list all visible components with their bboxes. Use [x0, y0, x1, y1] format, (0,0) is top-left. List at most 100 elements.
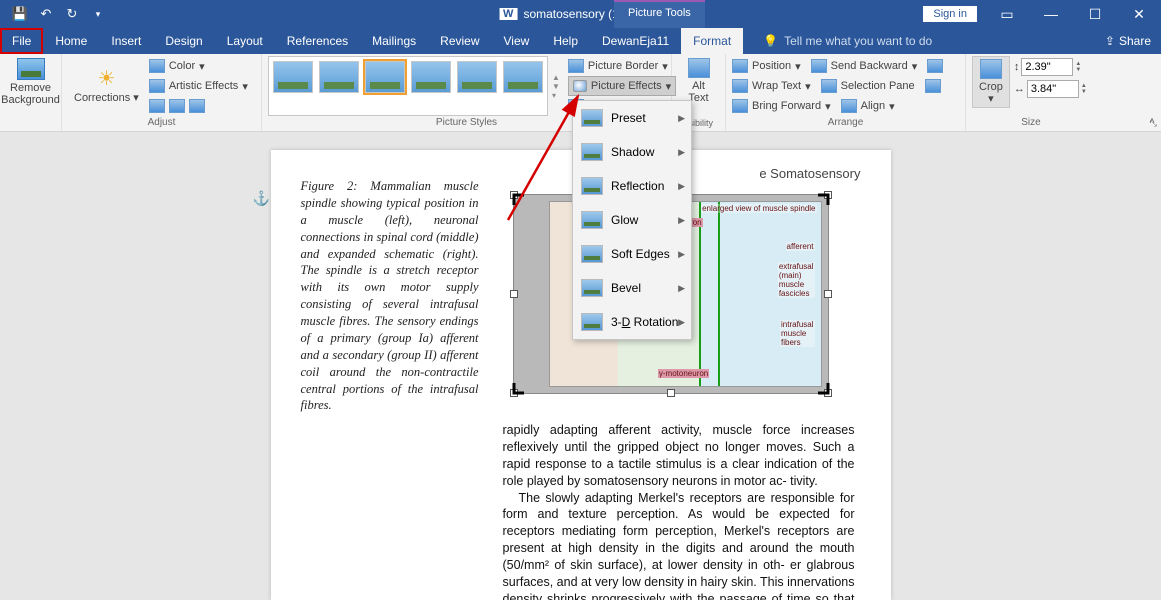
- style-thumb[interactable]: [503, 61, 543, 93]
- effects-icon: [573, 80, 587, 92]
- reflection-icon: [581, 177, 603, 195]
- rotate-button[interactable]: [925, 76, 941, 96]
- color-button[interactable]: Color ▾: [149, 56, 248, 76]
- position-button[interactable]: Position ▾: [732, 56, 801, 76]
- arrange-group-label: Arrange: [732, 117, 959, 129]
- remove-bg-label: Remove Background: [1, 82, 60, 106]
- corrections-button[interactable]: ☀ Corrections ▾: [68, 56, 145, 116]
- selection-pane-icon: [821, 79, 837, 93]
- wrap-text-button[interactable]: Wrap Text ▾: [732, 76, 811, 96]
- corrections-icon: ☀: [97, 68, 115, 90]
- crop-mark-icon: [512, 381, 526, 395]
- tab-insert[interactable]: Insert: [99, 28, 153, 54]
- crop-button[interactable]: Crop▾: [972, 56, 1010, 108]
- word-icon: W: [499, 8, 517, 20]
- tab-home[interactable]: Home: [43, 28, 99, 54]
- chevron-right-icon: ▶: [678, 181, 685, 192]
- height-down-icon[interactable]: ▼: [1075, 67, 1081, 73]
- tab-design[interactable]: Design: [153, 28, 214, 54]
- tab-review[interactable]: Review: [428, 28, 491, 54]
- share-button[interactable]: ⇪ Share: [1105, 34, 1151, 48]
- size-group-label: Size: [972, 117, 1090, 129]
- sign-in-button[interactable]: Sign in: [923, 6, 977, 22]
- bevel-icon: [581, 279, 603, 297]
- corrections-label: Corrections ▾: [74, 92, 139, 104]
- picture-styles-gallery[interactable]: [268, 56, 548, 116]
- qat-customize-icon[interactable]: ▾: [86, 2, 110, 26]
- tab-references[interactable]: References: [275, 28, 360, 54]
- tab-format[interactable]: Format: [681, 28, 743, 54]
- fx-bevel[interactable]: Bevel▶: [573, 271, 691, 305]
- width-input[interactable]: [1027, 80, 1079, 98]
- adjust-group-label: Adjust: [68, 117, 255, 129]
- tab-dewan[interactable]: DewanEja11: [590, 28, 681, 54]
- fx-glow[interactable]: Glow▶: [573, 203, 691, 237]
- style-thumb[interactable]: [365, 61, 405, 93]
- chevron-right-icon: ▶: [678, 113, 685, 124]
- picture-effects-menu: Preset▶ Shadow▶ Reflection▶ Glow▶ Soft E…: [572, 100, 692, 340]
- tell-me-search[interactable]: 💡 Tell me what you want to do: [763, 34, 932, 48]
- artistic-icon: [149, 79, 165, 93]
- compress-reset-row[interactable]: [149, 96, 248, 116]
- tab-file[interactable]: File: [0, 28, 43, 54]
- save-icon[interactable]: 💾: [8, 2, 32, 26]
- style-thumb[interactable]: [411, 61, 451, 93]
- ribbon-display-icon[interactable]: ▭: [985, 0, 1029, 28]
- fx-soft-edges[interactable]: Soft Edges▶: [573, 237, 691, 271]
- minimize-icon[interactable]: ―: [1029, 0, 1073, 28]
- color-icon: [149, 59, 165, 73]
- share-icon: ⇪: [1105, 34, 1115, 48]
- tab-help[interactable]: Help: [541, 28, 590, 54]
- remove-bg-icon: [17, 58, 45, 80]
- paragraph-2: The slowly adapting Merkel's receptors a…: [503, 490, 855, 600]
- bring-forward-button[interactable]: Bring Forward ▾: [732, 96, 831, 116]
- gallery-up-icon[interactable]: ▲: [552, 73, 560, 82]
- picture-border-button[interactable]: Picture Border ▾: [568, 56, 676, 76]
- maximize-icon[interactable]: ☐: [1073, 0, 1117, 28]
- paragraph-1: rapidly adapting afferent activity, musc…: [503, 422, 855, 490]
- gallery-down-icon[interactable]: ▼: [552, 82, 560, 91]
- menubar: File Home Insert Design Layout Reference…: [0, 28, 1161, 54]
- softedges-icon: [581, 245, 603, 263]
- undo-icon[interactable]: ↶: [34, 2, 58, 26]
- alt-text-button[interactable]: Alt Text: [678, 56, 719, 106]
- resize-handle[interactable]: [667, 389, 675, 397]
- style-thumb[interactable]: [319, 61, 359, 93]
- bring-fwd-icon: [732, 99, 748, 113]
- remove-background-button[interactable]: Remove Background: [6, 56, 55, 108]
- fx-3d-rotation[interactable]: 3-D Rotation▶: [573, 305, 691, 339]
- close-icon[interactable]: ✕: [1117, 0, 1161, 28]
- height-input[interactable]: [1021, 58, 1073, 76]
- artistic-effects-button[interactable]: Artistic Effects ▾: [149, 76, 248, 96]
- preset-icon: [581, 109, 603, 127]
- send-back-icon: [811, 59, 827, 73]
- collapse-ribbon-icon[interactable]: ˄: [1149, 116, 1155, 127]
- gallery-more-icon[interactable]: ▾: [552, 91, 560, 100]
- resize-handle[interactable]: [510, 290, 518, 298]
- fx-reflection[interactable]: Reflection▶: [573, 169, 691, 203]
- chevron-right-icon: ▶: [678, 215, 685, 226]
- align-button[interactable]: Align ▾: [841, 96, 895, 116]
- picture-effects-button[interactable]: Picture Effects ▾: [568, 76, 676, 96]
- width-down-icon[interactable]: ▼: [1081, 89, 1087, 95]
- resize-handle[interactable]: [824, 290, 832, 298]
- send-backward-button[interactable]: Send Backward ▾: [811, 56, 918, 76]
- style-thumb[interactable]: [273, 61, 313, 93]
- redo-icon[interactable]: ↻: [60, 2, 84, 26]
- style-thumb[interactable]: [457, 61, 497, 93]
- selection-pane-button[interactable]: Selection Pane: [821, 76, 915, 96]
- change-pic-icon: [169, 99, 185, 113]
- tab-layout[interactable]: Layout: [215, 28, 275, 54]
- tab-view[interactable]: View: [492, 28, 542, 54]
- fx-shadow[interactable]: Shadow▶: [573, 135, 691, 169]
- group-button[interactable]: [927, 56, 943, 76]
- titlebar: 💾 ↶ ↻ ▾ W somatosensory (1) - Word Pictu…: [0, 0, 1161, 28]
- wrap-icon: [732, 79, 748, 93]
- body-text[interactable]: rapidly adapting afferent activity, musc…: [503, 422, 855, 600]
- crop-mark-icon: [512, 193, 526, 207]
- tab-mailings[interactable]: Mailings: [360, 28, 428, 54]
- fx-preset[interactable]: Preset▶: [573, 101, 691, 135]
- figure-caption[interactable]: Figure 2: Mammalian muscle spindle showi…: [301, 178, 479, 414]
- glow-icon: [581, 211, 603, 229]
- rotation-icon: [581, 313, 603, 331]
